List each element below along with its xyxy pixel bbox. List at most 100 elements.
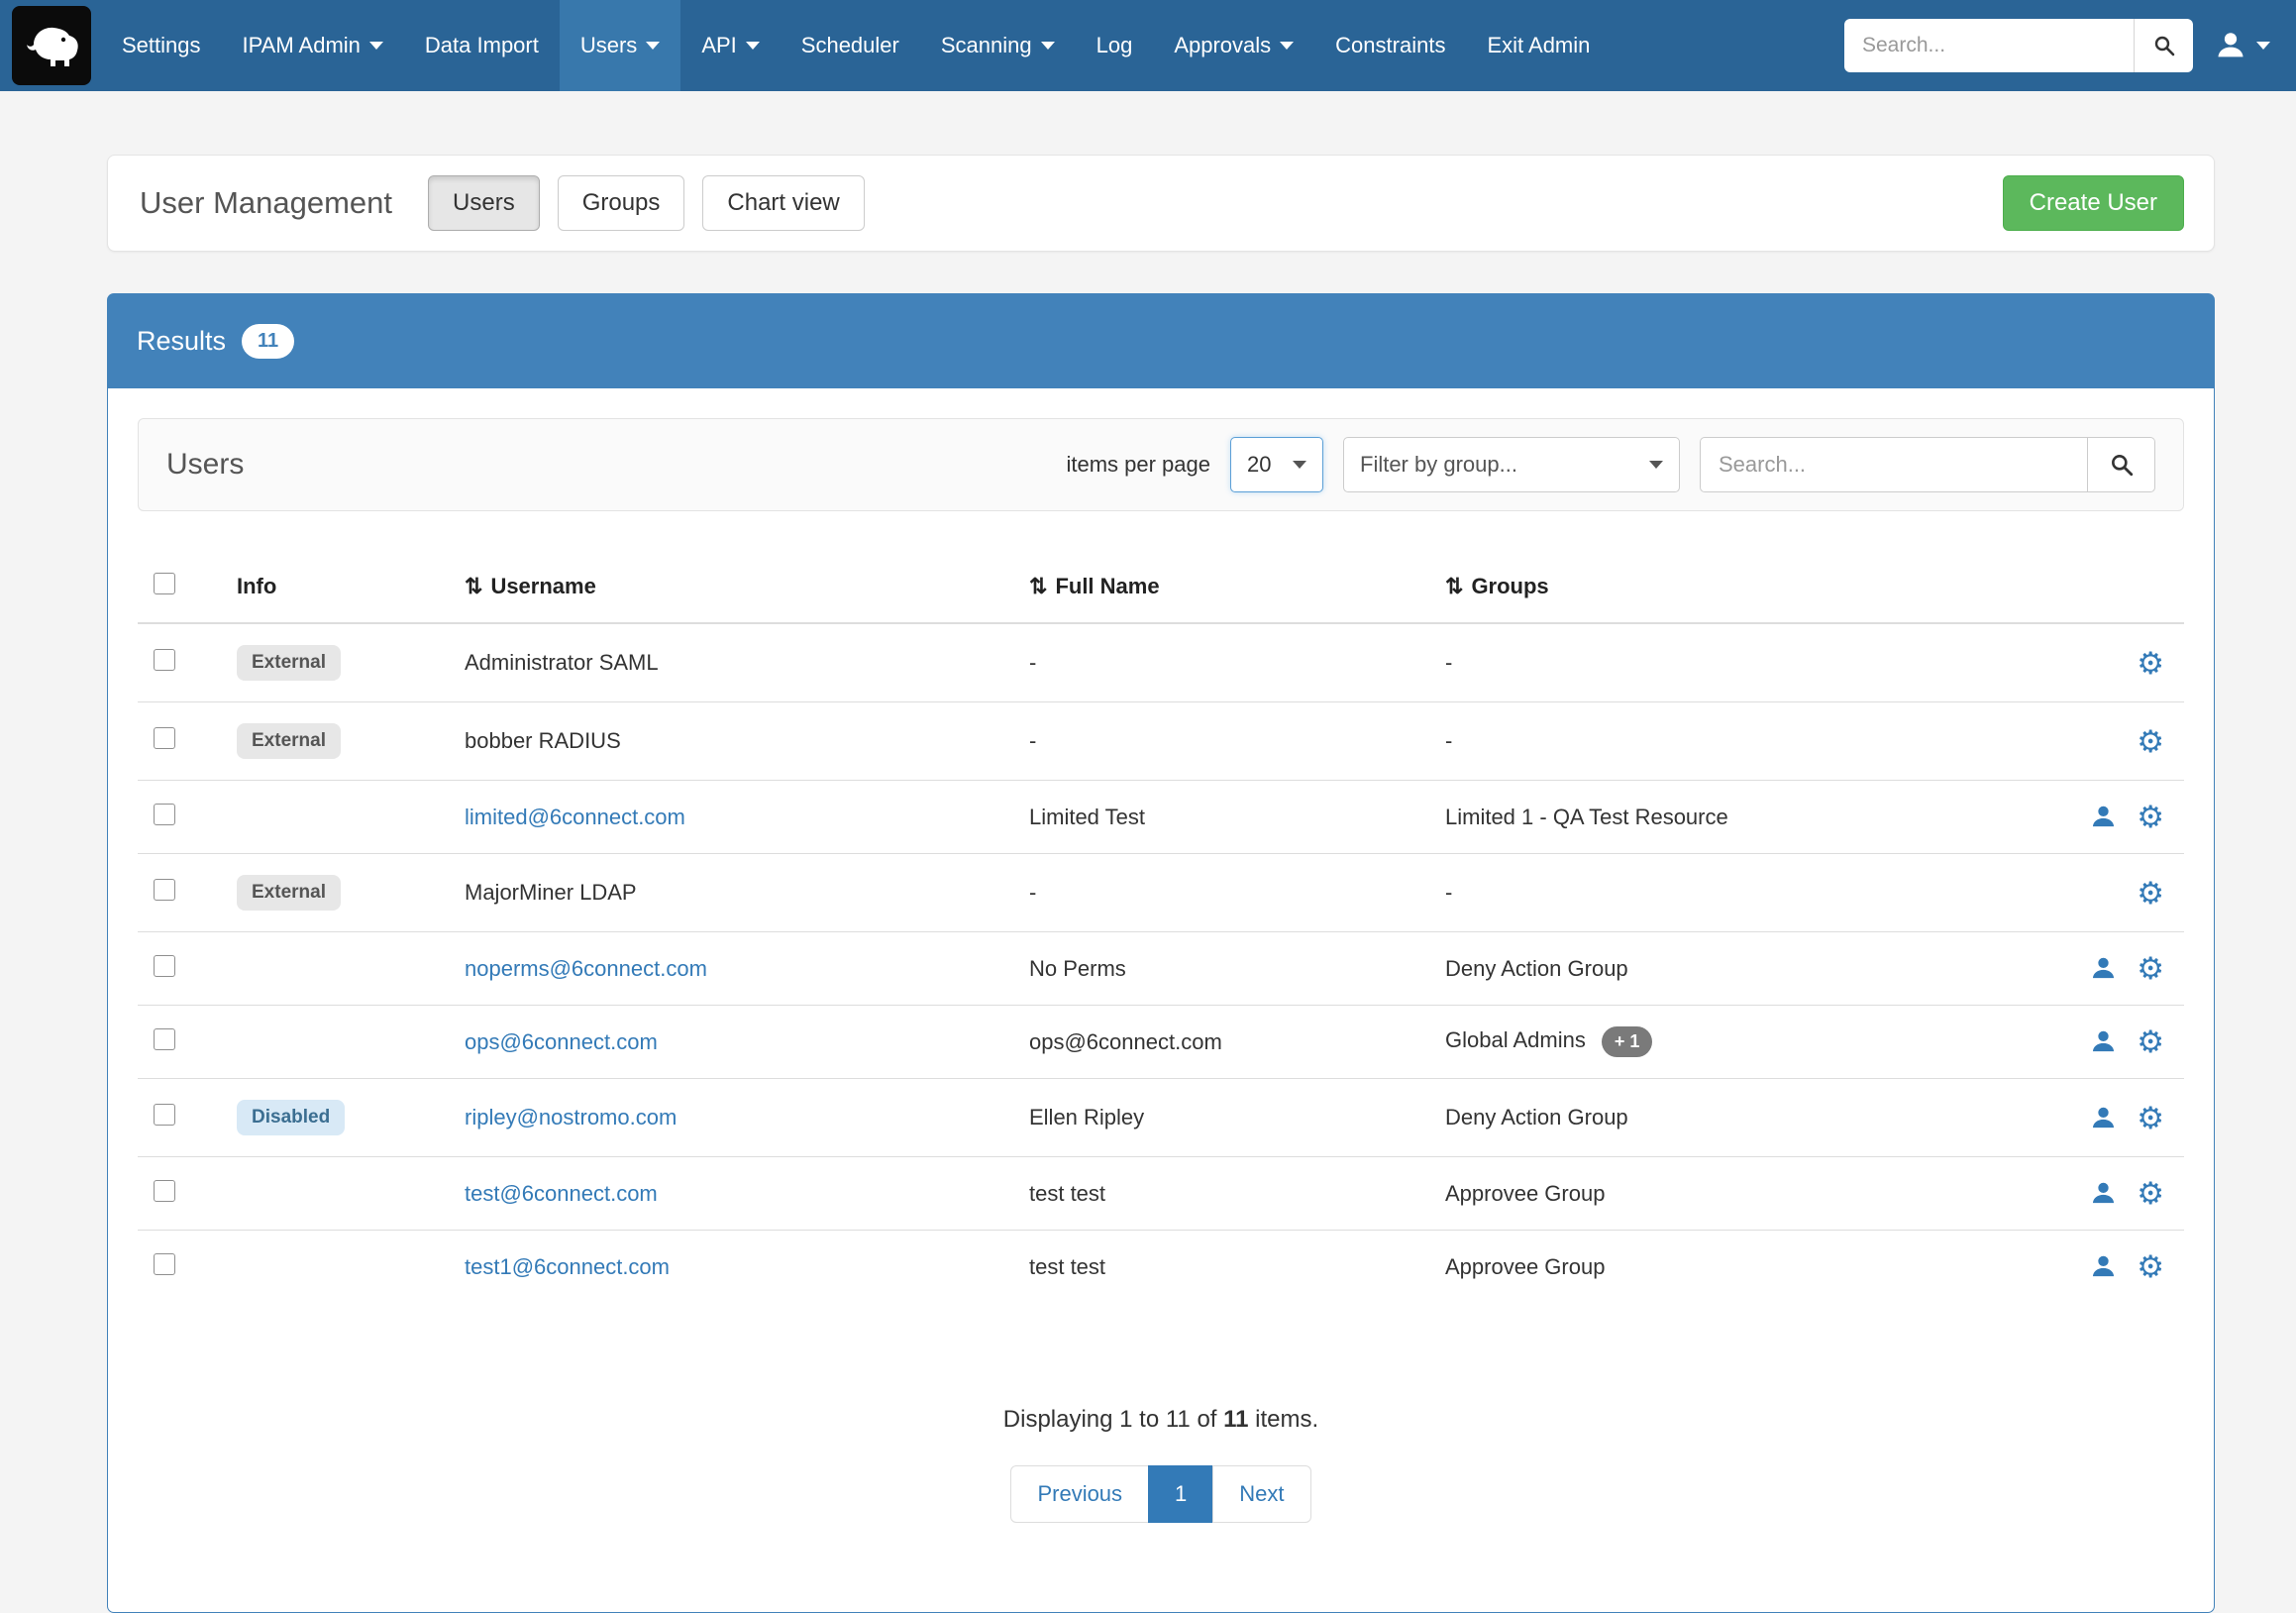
table-row: ExternalAdministrator SAML--⚙: [138, 623, 2184, 702]
nav-item-users[interactable]: Users: [560, 0, 680, 91]
table-search-input[interactable]: [1700, 437, 2088, 492]
items-per-page-label: items per page: [1066, 452, 1210, 478]
nav-item-label: Exit Admin: [1487, 33, 1590, 58]
gear-icon[interactable]: ⚙: [2137, 1178, 2164, 1209]
nav-item-label: Scheduler: [801, 33, 899, 58]
table-row: ops@6connect.comops@6connect.comGlobal A…: [138, 1006, 2184, 1079]
full-name-cell: -: [1017, 623, 1433, 702]
select-all-checkbox[interactable]: [154, 573, 175, 594]
gear-icon[interactable]: ⚙: [2137, 1103, 2164, 1133]
full-name-cell: -: [1017, 702, 1433, 781]
nav-item-api[interactable]: API: [680, 0, 780, 91]
gear-icon[interactable]: ⚙: [2137, 1251, 2164, 1282]
impersonate-user-button[interactable]: [2090, 1180, 2117, 1207]
table-row: Disabledripley@nostromo.comEllen RipleyD…: [138, 1079, 2184, 1157]
table-search-button[interactable]: [2088, 437, 2155, 492]
filter-group-select[interactable]: Filter by group...: [1343, 437, 1680, 492]
nav-item-label: Approvals: [1174, 33, 1271, 58]
username-link[interactable]: noperms@6connect.com: [465, 956, 707, 981]
impersonate-user-button[interactable]: [2090, 804, 2117, 830]
groups-cell: Approvee Group: [1445, 1254, 1605, 1279]
row-checkbox[interactable]: [154, 879, 175, 901]
user-icon: [2215, 30, 2246, 61]
column-header-groups[interactable]: Groups: [1433, 551, 2045, 623]
groups-cell: -: [1445, 880, 1452, 905]
column-header-full-name[interactable]: Full Name: [1017, 551, 1433, 623]
external-badge: External: [237, 875, 341, 911]
impersonate-user-button[interactable]: [2090, 955, 2117, 982]
results-body: Users items per page 20 Filter by group.…: [107, 388, 2215, 1613]
nav-item-data-import[interactable]: Data Import: [404, 0, 560, 91]
view-switch: Users Groups Chart view: [428, 175, 865, 231]
view-button-users[interactable]: Users: [428, 175, 540, 231]
nav-item-label: Scanning: [941, 33, 1032, 58]
row-checkbox[interactable]: [154, 804, 175, 825]
sort-icon: [1445, 574, 1471, 598]
row-checkbox[interactable]: [154, 1104, 175, 1126]
create-user-button[interactable]: Create User: [2003, 175, 2184, 231]
pagination-previous[interactable]: Previous: [1010, 1465, 1149, 1523]
nav-item-scheduler[interactable]: Scheduler: [781, 0, 920, 91]
gear-icon[interactable]: ⚙: [2137, 878, 2164, 909]
gear-icon[interactable]: ⚙: [2137, 953, 2164, 984]
global-search-input[interactable]: [1844, 19, 2134, 72]
table-row: test1@6connect.com test test Approvee Grou…: [138, 1231, 2184, 1304]
row-checkbox[interactable]: [154, 1180, 175, 1202]
page-container: User Management Users Groups Chart view Cr…: [107, 155, 2215, 1613]
table-row: test@6connect.comtest testApprovee Group…: [138, 1157, 2184, 1231]
row-checkbox[interactable]: [154, 1028, 175, 1050]
groups-more-badge[interactable]: + 1: [1602, 1026, 1653, 1057]
full-name-cell: No Perms: [1017, 932, 1433, 1006]
row-checkbox[interactable]: [154, 649, 175, 671]
external-badge: External: [237, 645, 341, 681]
chevron-down-icon: [1041, 42, 1055, 50]
nav-item-approvals[interactable]: Approvals: [1153, 0, 1314, 91]
groups-cell: -: [1445, 728, 1452, 753]
global-search-button[interactable]: [2134, 19, 2193, 72]
results-title: Results: [137, 326, 226, 357]
full-name-cell: Ellen Ripley: [1017, 1079, 1433, 1157]
results-count-badge: 11: [242, 324, 294, 359]
impersonate-user-button[interactable]: [2090, 1028, 2117, 1055]
row-checkbox[interactable]: [154, 1253, 175, 1275]
results-header: Results 11: [107, 293, 2215, 388]
nav-item-label: API: [701, 33, 736, 58]
column-header-username[interactable]: Username: [453, 551, 1017, 623]
nav-item-scanning[interactable]: Scanning: [920, 0, 1076, 91]
impersonate-user-button[interactable]: [2090, 1253, 2117, 1280]
pagination-1[interactable]: 1: [1148, 1465, 1213, 1523]
gear-icon[interactable]: ⚙: [2137, 1026, 2164, 1057]
username-link[interactable]: limited@6connect.com: [465, 805, 685, 829]
nav-item-exit-admin[interactable]: Exit Admin: [1466, 0, 1611, 91]
nav-item-label: IPAM Admin: [243, 33, 361, 58]
nav-item-log[interactable]: Log: [1076, 0, 1154, 91]
row-checkbox[interactable]: [154, 727, 175, 749]
user-icon: [2090, 1180, 2117, 1207]
username-link[interactable]: test1@6connect.com: [465, 1254, 670, 1279]
username-link[interactable]: test@6connect.com: [465, 1181, 658, 1206]
pagination-next[interactable]: Next: [1212, 1465, 1310, 1523]
username-link[interactable]: ripley@nostromo.com: [465, 1105, 677, 1129]
full-name-cell: test test: [1017, 1231, 1433, 1304]
nav-item-label: Settings: [122, 33, 201, 58]
nav-item-constraints[interactable]: Constraints: [1314, 0, 1466, 91]
view-button-chart-view[interactable]: Chart view: [702, 175, 864, 231]
impersonate-user-button[interactable]: [2090, 1105, 2117, 1131]
row-checkbox[interactable]: [154, 955, 175, 977]
toolbar-title: Users: [166, 448, 244, 482]
mammoth-logo[interactable]: [12, 6, 91, 85]
user-menu[interactable]: [2215, 30, 2270, 61]
username-link[interactable]: ops@6connect.com: [465, 1029, 658, 1054]
external-badge: External: [237, 723, 341, 759]
search-icon: [2109, 452, 2135, 478]
nav-item-settings[interactable]: Settings: [101, 0, 222, 91]
gear-icon[interactable]: ⚙: [2137, 648, 2164, 679]
nav-item-ipam-admin[interactable]: IPAM Admin: [222, 0, 404, 91]
page-title: User Management: [140, 185, 392, 221]
view-button-groups[interactable]: Groups: [558, 175, 685, 231]
items-per-page-select[interactable]: 20: [1230, 437, 1323, 492]
sort-icon: [1029, 574, 1055, 598]
gear-icon[interactable]: ⚙: [2137, 726, 2164, 757]
table-row: limited@6connect.comLimited TestLimited …: [138, 781, 2184, 854]
gear-icon[interactable]: ⚙: [2137, 802, 2164, 832]
